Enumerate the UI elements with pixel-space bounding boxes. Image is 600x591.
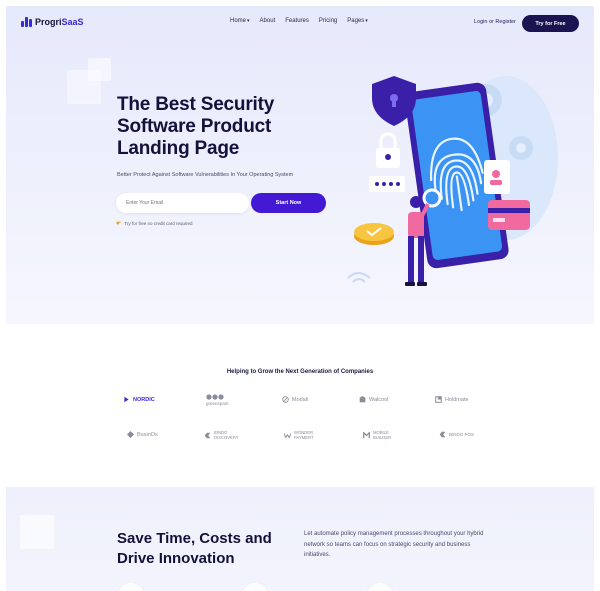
partner-logo-nordic: NORDIC [123,396,155,403]
check-coin-icon [354,223,394,245]
dots-icon [206,394,224,400]
try-for-free-button[interactable]: Try for Free [522,15,579,32]
main-menu: Home ▾ About Features Pricing Pages ▾ [230,18,368,24]
hero-section: ProgriSaaS Home ▾ About Features Pricing … [6,6,594,324]
decor-square [88,58,111,81]
user-profile-card-icon [484,160,510,194]
register-link[interactable]: Register [495,19,515,25]
brand-logo[interactable]: ProgriSaaS [21,17,84,27]
partner-logo-bindo-discovery: BINDO DISCOVERY [204,430,244,440]
building-icon [359,396,366,403]
top-nav: ProgriSaaS Home ▾ About Features Pricing … [6,6,594,40]
auth-links: Login or Register [474,19,516,25]
features-heading: Save Time, Costs and Drive Innovation [117,530,272,567]
partner-logo-mobile-builder: MOBILE BUILDER [363,430,399,440]
partner-logo-modali: Modali [282,396,308,403]
logo-bars-icon [21,17,32,27]
menu-item-pages[interactable]: Pages ▾ [347,18,368,24]
brand-name: ProgriSaaS [35,17,84,27]
email-input[interactable] [116,193,249,213]
auth-separator: or [489,19,494,25]
decor-square [20,515,54,549]
hand-point-icon: ☛ [116,221,122,227]
hero-headline: The Best Security Software Product Landi… [117,94,275,159]
partner-logo-bindo-pos: BINDO POS [439,431,474,438]
menu-item-features[interactable]: Features [285,18,309,24]
feature-icon-circle [242,583,268,591]
feature-icon-circle [118,583,144,591]
partner-logo-wonder-payment: WONDER PAYMENT [284,430,324,440]
partner-logo-greenspant: greenspant [206,394,229,406]
partner-logo-businos: BusinOs [127,431,158,438]
chevron-down-icon: ▾ [247,18,250,24]
login-link[interactable]: Login [474,19,487,25]
partners-heading: Helping to Grow the Next Generation of C… [226,369,374,375]
features-section: Save Time, Costs and Drive Innovation Le… [6,487,594,591]
hero-subheadline: Better Protect Against Software Vulnerab… [117,172,294,178]
features-description: Let automate policy management processes… [304,531,484,558]
m-logo-icon [363,431,370,438]
lock-icon [376,132,400,168]
free-trial-note: ☛ Try for free no credit card required [116,220,193,227]
chevron-down-icon: ▾ [365,18,368,24]
security-illustration [347,76,558,286]
circle-slash-icon [282,396,289,403]
free-trial-note-text: Try for free no credit card required [124,221,193,226]
menu-item-home[interactable]: Home ▾ [230,18,250,24]
bindo-pos-icon [439,431,446,438]
start-now-button[interactable]: Start Now [251,193,326,213]
bindo-icon [204,432,211,438]
feature-icon-circle [367,583,393,591]
credit-card-icon [488,200,530,230]
nordic-icon [124,396,129,403]
wifi-icon [347,271,371,283]
landing-page: ProgriSaaS Home ▾ About Features Pricing … [0,0,600,591]
menu-item-about[interactable]: About [260,18,276,24]
partner-logo-walcool: Walcool [359,396,388,403]
square-logo-icon [435,396,442,403]
menu-item-pricing[interactable]: Pricing [319,18,337,24]
password-field-icon [369,176,405,192]
partner-logo-holdmate: Holdmate [435,396,469,403]
diamond-icon [127,431,134,438]
wonder-w-icon [284,432,291,439]
